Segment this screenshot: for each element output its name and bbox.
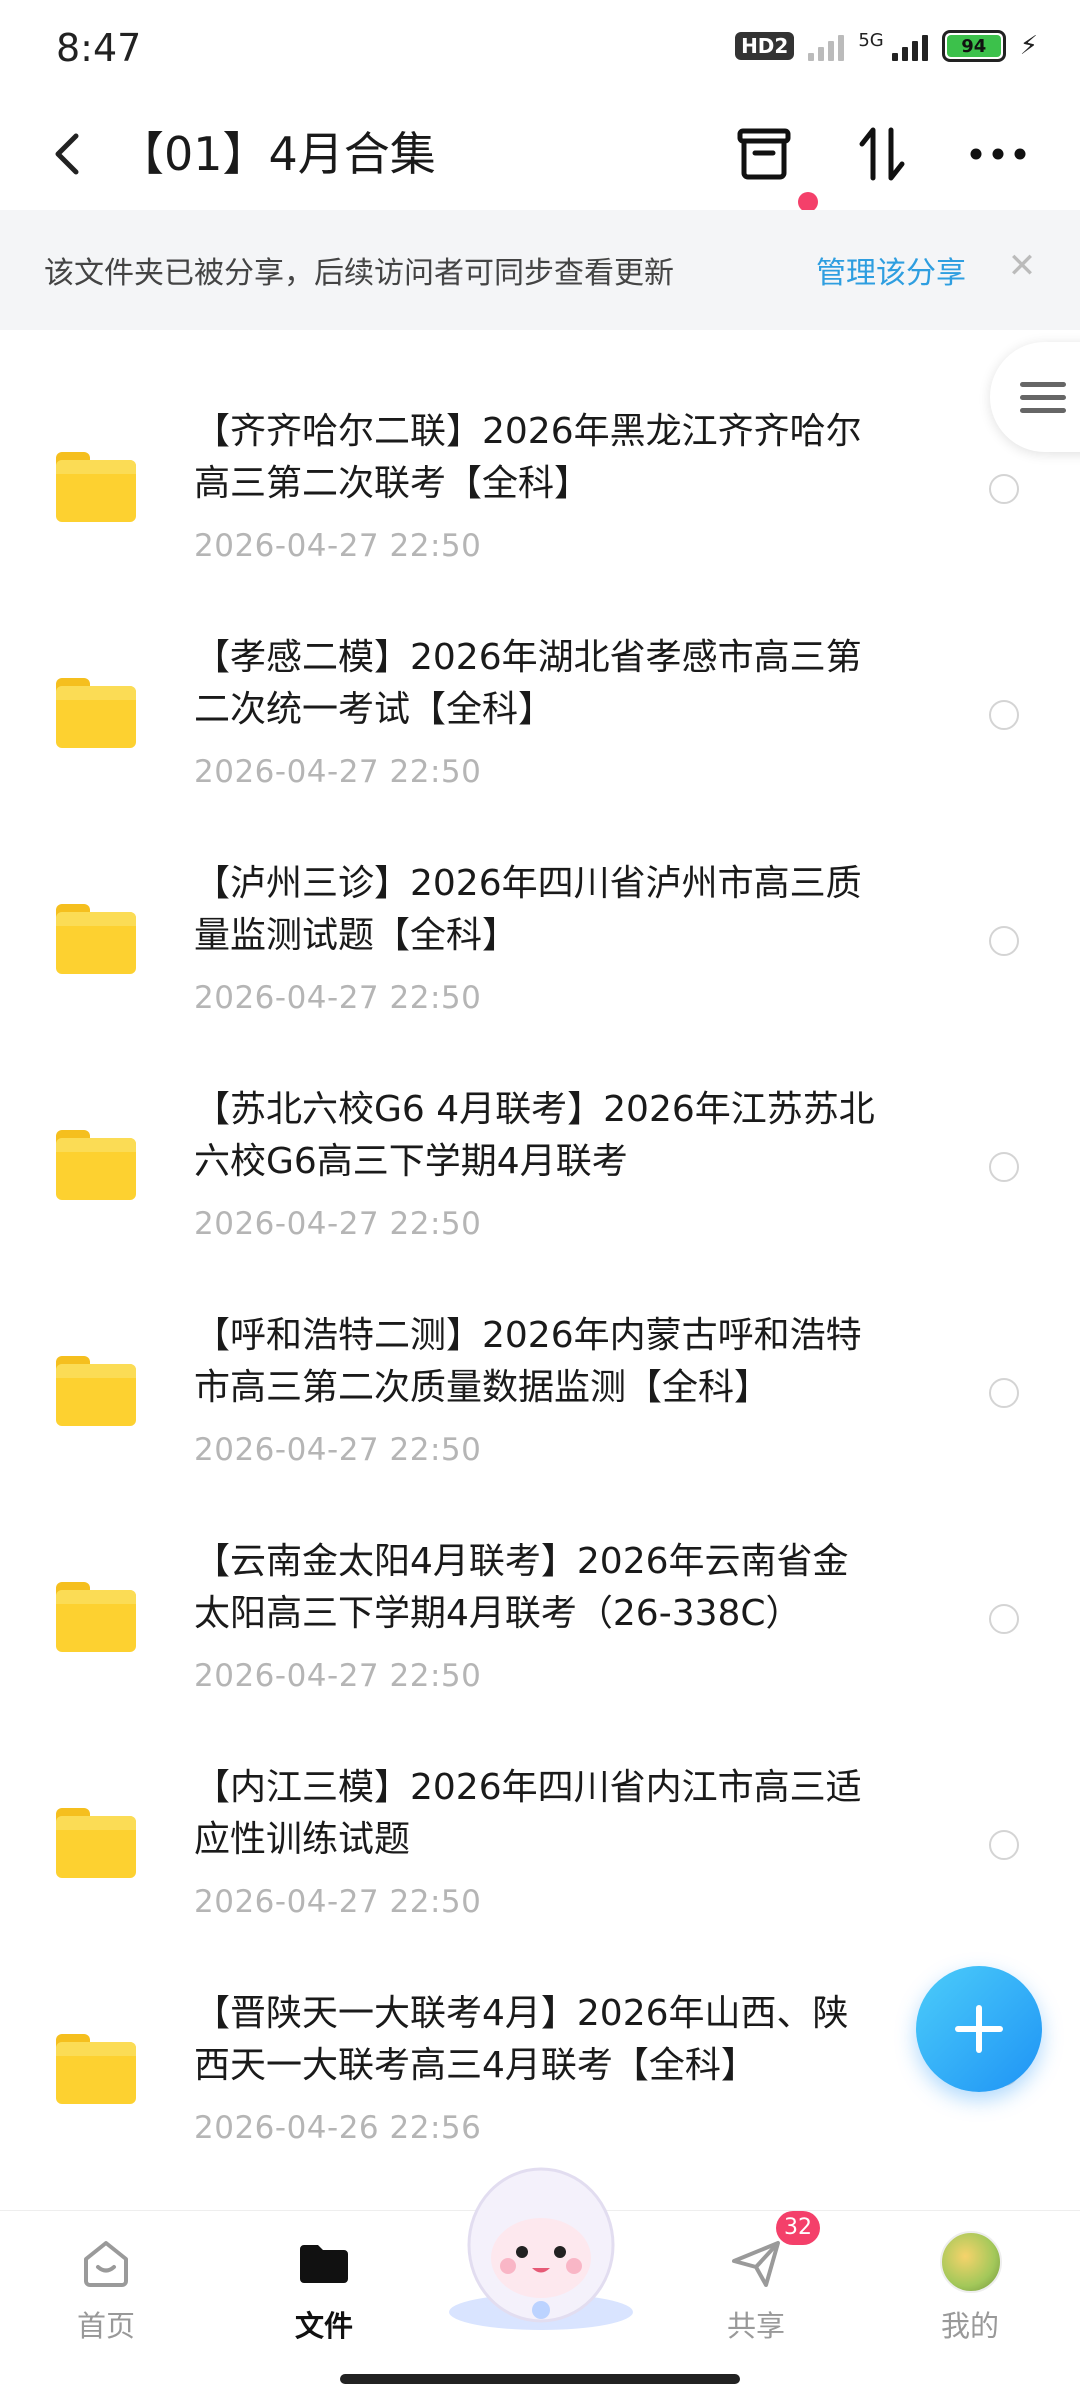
select-radio[interactable]: [989, 474, 1019, 504]
sort-icon[interactable]: [842, 114, 922, 194]
folder-icon: [56, 452, 136, 522]
folder-icon: [56, 1808, 136, 1878]
close-icon[interactable]: ✕: [1002, 246, 1042, 286]
file-list-item[interactable]: 【孝感二模】2026年湖北省孝感市高三第 二次统一考试【全科】 2026-04-2…: [0, 578, 1080, 804]
file-date: 2026-04-27 22:50: [194, 1884, 482, 1920]
folder-icon: [56, 678, 136, 748]
nav-home[interactable]: 首页: [36, 2211, 176, 2361]
notification-dot: [798, 192, 818, 212]
battery-level: 94: [946, 35, 1001, 57]
file-list-item[interactable]: 【内江三模】2026年四川省内江市高三适 应性训练试题 2026-04-27 22…: [0, 1708, 1080, 1934]
back-arrow-icon[interactable]: [44, 124, 94, 184]
file-name: 【苏北六校G6 4月联考】2026年江苏苏北 六校G6高三下学期4月联考: [194, 1089, 875, 1182]
folder-nav-icon: [296, 2235, 352, 2291]
file-date: 2026-04-27 22:50: [194, 1432, 482, 1468]
folder-icon: [56, 904, 136, 974]
plus-icon: [955, 2005, 1003, 2053]
file-date: 2026-04-27 22:50: [194, 754, 482, 790]
folder-icon: [56, 1356, 136, 1426]
file-list-item[interactable]: 【苏北六校G6 4月联考】2026年江苏苏北 六校G6高三下学期4月联考 2026…: [0, 1030, 1080, 1256]
nav-label-home: 首页: [76, 2309, 135, 2343]
share-notice-bar: 该文件夹已被分享，后续访问者可同步查看更新 管理该分享 ✕: [0, 210, 1080, 330]
signal-icon-sim2: [891, 31, 928, 61]
file-date: 2026-04-27 22:50: [194, 1658, 482, 1694]
paper-plane-icon: [728, 2235, 784, 2291]
manage-share-link[interactable]: 管理该分享: [816, 248, 966, 292]
file-name: 【云南金太阳4月联考】2026年云南省金 太阳高三下学期4月联考（26-338C）: [194, 1541, 849, 1634]
file-list-item[interactable]: 【呼和浩特二测】2026年内蒙古呼和浩特 市高三第二次质量数据监测【全科】 202…: [0, 1256, 1080, 1482]
status-time: 8:47: [56, 26, 142, 70]
file-name: 【孝感二模】2026年湖北省孝感市高三第 二次统一考试【全科】: [194, 637, 862, 730]
battery-icon: 94: [941, 30, 1006, 62]
home-indicator: [340, 2374, 740, 2384]
file-date: 2026-04-26 22:56: [194, 2110, 482, 2146]
file-name: 【泸州三诊】2026年四川省泸州市高三质 量监测试题【全科】: [194, 863, 862, 956]
add-button[interactable]: [916, 1966, 1042, 2092]
nav-label-files: 文件: [294, 2309, 353, 2343]
share-notice-text: 该文件夹已被分享，后续访问者可同步查看更新: [44, 256, 674, 291]
home-icon: [78, 2235, 134, 2291]
hd-badge: HD2: [735, 32, 795, 60]
select-radio[interactable]: [989, 700, 1019, 730]
file-date: 2026-04-27 22:50: [194, 1206, 482, 1242]
file-name: 【晋陕天一大联考4月】2026年山西、陕 西天一大联考高三4月联考【全科】: [194, 1993, 849, 2086]
status-bar: 8:47 HD2 5G 94 ⚡: [0, 0, 1080, 100]
file-list-item[interactable]: 【泸州三诊】2026年四川省泸州市高三质 量监测试题【全科】 2026-04-27…: [0, 804, 1080, 1030]
status-icons: HD2 5G 94 ⚡: [735, 30, 1038, 62]
more-icon[interactable]: [958, 114, 1038, 194]
file-folder-page: 8:47 HD2 5G 94 ⚡ 【01】4月合集 该文件夹已被分享，后续访问者…: [0, 0, 1080, 2400]
archive-box-icon[interactable]: [724, 114, 804, 194]
signal-icon-sim1: [808, 31, 845, 61]
file-list-item[interactable]: 【云南金太阳4月联考】2026年云南省金 太阳高三下学期4月联考（26-338C）…: [0, 1482, 1080, 1708]
file-name: 【齐齐哈尔二联】2026年黑龙江齐齐哈尔 高三第二次联考【全科】: [194, 411, 862, 504]
file-date: 2026-04-27 22:50: [194, 980, 482, 1016]
select-radio[interactable]: [989, 1830, 1019, 1860]
page-title: 【01】4月合集: [118, 127, 436, 181]
nav-label-share: 共享: [726, 2309, 785, 2343]
app-header: 【01】4月合集: [0, 100, 1080, 212]
charging-icon: ⚡: [1019, 31, 1038, 61]
folder-icon: [56, 1130, 136, 1200]
nav-mine[interactable]: 我的: [900, 2211, 1040, 2361]
file-list: 【齐齐哈尔二联】2026年黑龙江齐齐哈尔 高三第二次联考【全科】 2026-04-…: [0, 330, 1080, 2210]
select-radio[interactable]: [989, 1152, 1019, 1182]
select-radio[interactable]: [989, 1378, 1019, 1408]
file-date: 2026-04-27 22:50: [194, 528, 482, 564]
avatar: [940, 2231, 1002, 2293]
select-radio[interactable]: [989, 1604, 1019, 1634]
nav-label-mine: 我的: [940, 2309, 999, 2343]
folder-icon: [56, 1582, 136, 1652]
folder-icon: [56, 2034, 136, 2104]
nav-share[interactable]: 32 共享: [686, 2211, 826, 2361]
file-name: 【呼和浩特二测】2026年内蒙古呼和浩特 市高三第二次质量数据监测【全科】: [194, 1315, 862, 1408]
file-name: 【内江三模】2026年四川省内江市高三适 应性训练试题: [194, 1767, 862, 1860]
file-list-item[interactable]: 【齐齐哈尔二联】2026年黑龙江齐齐哈尔 高三第二次联考【全科】 2026-04-…: [0, 352, 1080, 578]
select-radio[interactable]: [989, 926, 1019, 956]
nav-files[interactable]: 文件: [254, 2211, 394, 2361]
mascot-assistant-button[interactable]: [436, 2150, 646, 2330]
share-count-badge: 32: [776, 2211, 820, 2245]
network-type-label: 5G: [858, 30, 884, 51]
